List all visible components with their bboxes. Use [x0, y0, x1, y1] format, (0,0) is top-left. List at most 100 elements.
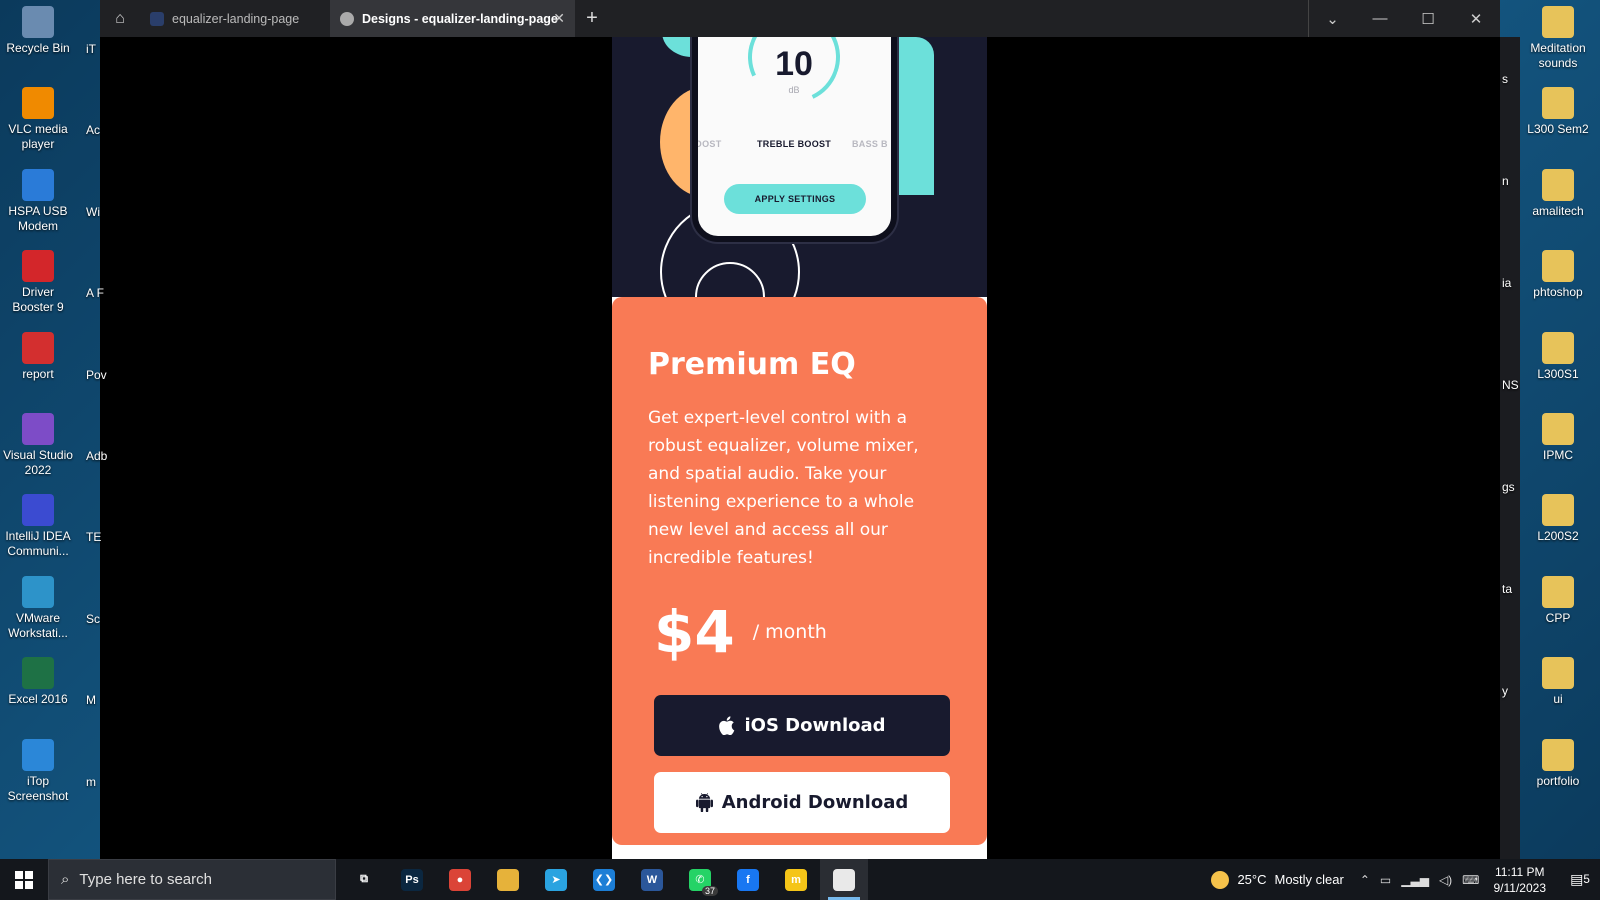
folder-icon [1542, 738, 1574, 771]
chrome-icon: ● [449, 868, 471, 891]
apple-icon [719, 716, 735, 735]
desktop-icon[interactable]: L200S2 [1520, 494, 1596, 544]
price: $4 [654, 598, 735, 666]
signal-icon[interactable]: ▁▃▅ [1401, 873, 1429, 887]
desktop-icon-label: VMware Workstati... [8, 610, 68, 640]
folder-icon [1542, 494, 1574, 527]
folder-icon [1542, 413, 1574, 445]
taskbar-app-notepad[interactable] [820, 859, 868, 900]
folder-icon [1542, 6, 1574, 38]
minimize-button[interactable]: — [1356, 0, 1404, 37]
desktop-icon[interactable]: VMware Workstati... [0, 575, 76, 641]
desktop-icon[interactable]: Visual Studio 2022 [0, 413, 76, 478]
taskbar-app-file-explorer[interactable] [484, 859, 532, 900]
folder-icon [1542, 575, 1574, 608]
folder-icon [1542, 657, 1574, 690]
desktop-icon-label: VLC media player [8, 122, 68, 152]
desktop-icon[interactable]: Recycle Bin [0, 6, 76, 56]
desktop-icon[interactable]: phtoshop [1520, 250, 1596, 300]
excel-icon [22, 657, 54, 690]
preset-carousel: BOOST TREBLE BOOST BASS B [698, 139, 891, 153]
taskbar-apps: ⧉ Ps ● ➤ ❮❯ W ✆ 37 f m [340, 859, 868, 900]
taskbar-app-mtn[interactable]: m [772, 859, 820, 900]
weather-widget[interactable]: 25°C Mostly clear [1211, 870, 1344, 889]
android-icon [695, 793, 713, 812]
battery-icon[interactable]: ▭ [1380, 873, 1391, 887]
desktop-icon-label: HSPA USB Modem [8, 203, 68, 233]
price-period: / month [752, 621, 827, 643]
background-window-edge [1500, 37, 1520, 859]
taskbar-app-facebook[interactable]: f [724, 859, 772, 900]
telegram-icon: ➤ [545, 868, 567, 891]
desktop-icon[interactable]: report [0, 331, 76, 382]
desktop-icon-label: IntelliJ IDEA Communi... [5, 529, 71, 559]
desktop-icon-label: iTop Screenshot [7, 773, 69, 803]
browser-window: ⌂ equalizer-landing-page Designs - equal… [100, 0, 1500, 859]
hero-illustration: 10 dB BOOST TREBLE BOOST BASS B APPLY SE… [612, 37, 987, 297]
mtn-icon: m [785, 868, 807, 891]
photoshop-icon: Ps [401, 868, 423, 891]
clock[interactable]: 11:11 PM 9/11/2023 [1494, 864, 1547, 896]
desktop-icon-label: portfolio [1536, 773, 1580, 788]
system-tray: 25°C Mostly clear ⌃ ▭ ▁▃▅ ◁) ⌨ 11:11 PM … [1211, 859, 1600, 900]
android-download-button[interactable]: Android Download [654, 772, 950, 833]
desktop-icon[interactable]: Excel 2016 [0, 657, 76, 707]
price-row: $4 / month [654, 600, 951, 664]
desktop-icon[interactable]: CPP [1520, 575, 1596, 626]
taskbar-app-task-view[interactable]: ⧉ [340, 859, 388, 900]
ios-download-button[interactable]: iOS Download [654, 695, 950, 756]
chevron-up-icon[interactable]: ⌃ [1360, 873, 1370, 887]
desktop-icon[interactable]: HSPA USB Modem [0, 168, 76, 234]
weather-condition: Mostly clear [1274, 872, 1344, 887]
desktop-icon[interactable]: L300 Sem2 [1520, 87, 1596, 137]
desktop-icon[interactable]: ui [1520, 657, 1596, 707]
play-favicon-icon [340, 11, 354, 26]
desktop-icon-label-partial: Ac [86, 123, 101, 138]
document-icon [833, 868, 855, 891]
windows-icon [15, 870, 33, 889]
desktop-icon[interactable]: amalitech [1520, 168, 1596, 219]
taskbar-app-vscode[interactable]: ❮❯ [580, 859, 628, 900]
desktop-icon[interactable]: VLC media player [0, 87, 76, 152]
close-tab-button[interactable]: ✕ [553, 10, 565, 27]
weather-temp: 25°C [1237, 872, 1267, 887]
desktop-icon-label-partial: A F [86, 286, 105, 301]
taskbar-app-whatsapp[interactable]: ✆ 37 [676, 859, 724, 900]
volume-icon[interactable]: ◁) [1439, 873, 1452, 887]
desktop-icon[interactable]: L300S1 [1520, 331, 1596, 382]
tab-equalizer-landing-page[interactable]: equalizer-landing-page [140, 0, 330, 37]
desktop-icon[interactable]: IPMC [1520, 413, 1596, 463]
folder-icon [1542, 331, 1574, 364]
taskbar-app-word[interactable]: W [628, 859, 676, 900]
desktop-icon-label-partial: TE [86, 530, 102, 545]
taskbar-search[interactable]: ⌕ Type here to search [48, 859, 336, 900]
desktop-icon-label: CPP [1545, 610, 1571, 625]
new-tab-button[interactable]: + [575, 0, 609, 37]
notification-center-button[interactable]: ▤ 5 [1560, 871, 1600, 888]
intellij-icon [22, 494, 54, 527]
desktop-icon-label-partial: Pov [86, 367, 107, 382]
close-window-button[interactable]: ✕ [1452, 0, 1500, 37]
card-description: Get expert-level control with a robust e… [648, 408, 919, 568]
tab-designs[interactable]: Designs - equalizer-landing-page ✕ [330, 0, 575, 37]
taskbar-app-photoshop[interactable]: Ps [388, 859, 436, 900]
desktop-icon[interactable]: IntelliJ IDEA Communi... [0, 494, 76, 559]
desktop-icon-label: amalitech [1532, 203, 1584, 218]
apply-settings-button: APPLY SETTINGS [724, 184, 866, 214]
desktop-icon[interactable]: Meditation sounds [1520, 6, 1596, 71]
search-placeholder: Type here to search [79, 871, 212, 888]
keyboard-icon[interactable]: ⌨ [1462, 873, 1479, 887]
taskbar-app-chrome[interactable]: ● [436, 859, 484, 900]
taskbar-app-telegram[interactable]: ➤ [532, 859, 580, 900]
start-button[interactable] [0, 859, 48, 900]
tab-dropdown-button[interactable]: ⌄ [1308, 0, 1356, 37]
desktop-icon[interactable]: Driver Booster 9 [0, 250, 76, 315]
visual-studio-icon [22, 413, 54, 445]
desktop-icon-label-partial: m [86, 774, 96, 789]
maximize-button[interactable]: ☐ [1404, 0, 1452, 37]
desktop-icon[interactable]: portfolio [1520, 738, 1596, 789]
desktop-icon-label-partial: ia [1502, 276, 1512, 290]
folder-icon [1542, 87, 1574, 120]
desktop-icon[interactable]: iTop Screenshot [0, 738, 76, 804]
home-button[interactable]: ⌂ [100, 0, 140, 37]
